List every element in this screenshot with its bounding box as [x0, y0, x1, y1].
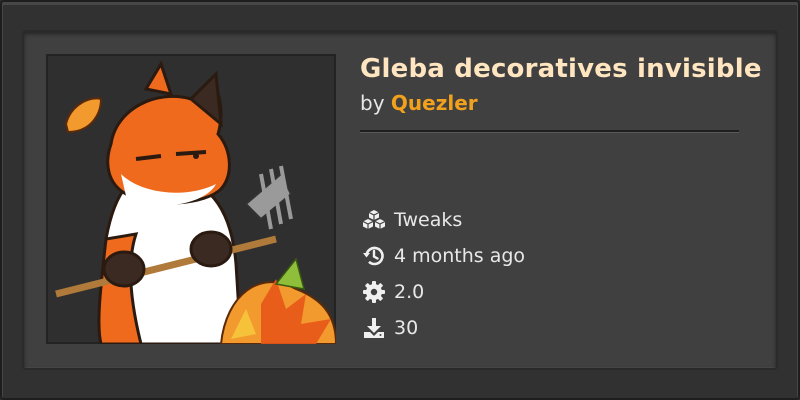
download-icon — [364, 318, 384, 338]
meta-version: 2.0 — [362, 279, 424, 305]
meta-updated: 4 months ago — [362, 243, 525, 269]
divider — [360, 130, 739, 132]
mod-title[interactable]: Gleba decoratives invisible — [360, 54, 762, 84]
by-label: by — [360, 91, 385, 115]
gear-icon — [363, 281, 385, 303]
fox-with-rake-icon — [55, 60, 336, 344]
mod-byline: by Quezler — [360, 91, 478, 115]
cubes-icon — [362, 210, 386, 229]
meta-category: Tweaks — [362, 207, 462, 233]
updated-text: 4 months ago — [394, 245, 526, 267]
author-link[interactable]: Quezler — [391, 91, 478, 115]
meta-downloads: 30 — [362, 315, 418, 341]
downloads-text: 30 — [394, 317, 419, 339]
category-text: Tweaks — [394, 209, 463, 231]
mod-thumbnail[interactable] — [46, 54, 336, 344]
history-icon — [363, 246, 384, 266]
version-text: 2.0 — [394, 281, 425, 303]
